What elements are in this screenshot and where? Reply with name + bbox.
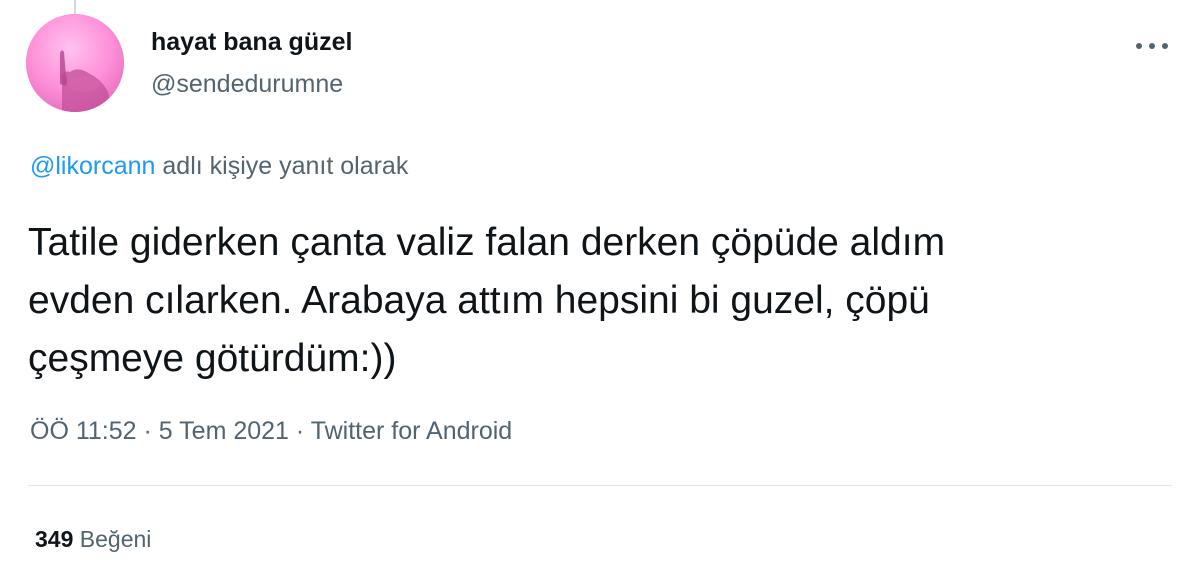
tweet-text-line: evden cılarken. Arabaya attım hepsini bi…: [28, 279, 930, 322]
more-dots-icon: [1136, 43, 1168, 49]
thread-connector-line: [74, 0, 76, 14]
meta-separator: ·: [136, 417, 159, 445]
profile-photo-icon: [26, 14, 124, 112]
tweet-date-link[interactable]: 5 Tem 2021: [159, 417, 289, 445]
stats-divider: [28, 485, 1172, 486]
likes-label: Beğeni: [73, 526, 152, 552]
reply-context: @likorcann adlı kişiye yanıt olarak: [30, 152, 408, 181]
tweet-time-link[interactable]: ÖÖ 11:52: [30, 417, 137, 445]
author-display-name[interactable]: hayat bana güzel: [151, 28, 352, 57]
tweet-source-link[interactable]: Twitter for Android: [311, 417, 512, 445]
reply-context-label: adlı kişiye yanıt olarak: [155, 152, 409, 180]
meta-separator: ·: [288, 417, 311, 445]
author-handle[interactable]: @sendedurumne: [151, 70, 343, 99]
reply-to-handle-link[interactable]: @likorcann: [30, 152, 155, 180]
tweet-text: Tatile giderken çanta valiz falan derken…: [28, 214, 1148, 388]
avatar[interactable]: [26, 14, 124, 112]
more-options-button[interactable]: [1132, 32, 1172, 60]
likes-stat-link[interactable]: 349 Beğeni: [35, 526, 151, 553]
tweet-metadata: ÖÖ 11:52 · 5 Tem 2021 · Twitter for Andr…: [30, 417, 512, 446]
tweet-text-line: çeşmeye götürdüm:)): [28, 337, 397, 380]
tweet-text-line: Tatile giderken çanta valiz falan derken…: [28, 221, 946, 264]
likes-count: 349: [35, 526, 74, 552]
